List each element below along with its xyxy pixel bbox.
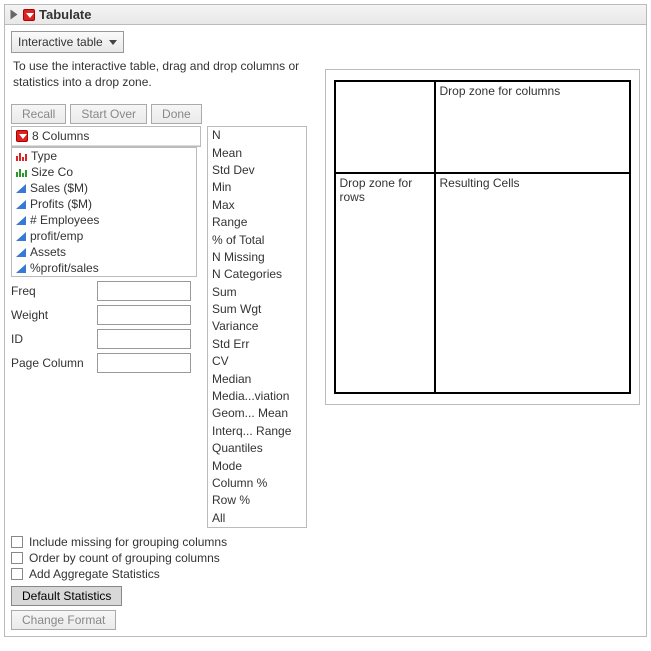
continuous-icon (16, 200, 26, 209)
column-item[interactable]: Type (12, 148, 196, 164)
recall-button[interactable]: Recall (11, 104, 66, 124)
continuous-icon (16, 216, 26, 225)
column-item-label: Type (31, 149, 57, 163)
include-missing-checkbox[interactable]: Include missing for grouping columns (11, 534, 311, 550)
nominal-icon (16, 151, 27, 161)
page-column-label: Page Column (11, 356, 93, 370)
mode-dropdown[interactable]: Interactive table (11, 31, 124, 53)
red-menu-icon[interactable] (16, 130, 28, 142)
stat-item[interactable]: Max (208, 197, 306, 214)
done-button[interactable]: Done (151, 104, 202, 124)
column-item-label: %profit/sales (30, 261, 99, 275)
panel-title: Tabulate (39, 7, 92, 22)
tabulate-panel: Tabulate Interactive table To use the in… (4, 4, 647, 637)
stat-item[interactable]: Mean (208, 145, 306, 162)
column-item-label: # Employees (30, 213, 99, 227)
stat-item[interactable]: % of Total (208, 232, 306, 249)
stat-item[interactable]: N Categories (208, 266, 306, 283)
statistics-list[interactable]: NMeanStd DevMinMaxRange% of TotalN Missi… (207, 126, 307, 528)
stat-item[interactable]: Sum Wgt (208, 301, 306, 318)
panel-header[interactable]: Tabulate (5, 5, 646, 25)
checkbox-icon (11, 552, 23, 564)
id-label: ID (11, 332, 93, 346)
disclosure-triangle-icon[interactable] (11, 10, 18, 20)
stat-item[interactable]: Quantiles (208, 440, 306, 457)
column-item[interactable]: # Employees (12, 212, 196, 228)
columns-list[interactable]: Type Size Co Sales ($M) Profits ($M) # Emplo… (11, 147, 197, 277)
columns-header[interactable]: 8 Columns (12, 127, 200, 146)
freq-label: Freq (11, 284, 93, 298)
freq-input[interactable] (97, 281, 191, 301)
continuous-icon (16, 264, 26, 273)
continuous-icon (16, 248, 26, 257)
column-item-label: Sales ($M) (30, 181, 88, 195)
default-statistics-button[interactable]: Default Statistics (11, 586, 122, 606)
stat-item[interactable]: Row % (208, 492, 306, 509)
column-item[interactable]: %profit/sales (12, 260, 196, 276)
checkbox-icon (11, 536, 23, 548)
dropzone-rows[interactable]: Drop zone for rows (335, 173, 435, 393)
stat-item[interactable]: CV (208, 353, 306, 370)
dropzone-panel: Drop zone for columns Drop zone for rows… (325, 69, 641, 405)
stat-item[interactable]: Variance (208, 318, 306, 335)
red-menu-icon[interactable] (23, 9, 35, 21)
add-aggregate-checkbox[interactable]: Add Aggregate Statistics (11, 566, 311, 582)
weight-label: Weight (11, 308, 93, 322)
checkbox-icon (11, 568, 23, 580)
dropzone-corner[interactable] (335, 81, 435, 173)
stat-item[interactable]: Column % (208, 475, 306, 492)
include-missing-label: Include missing for grouping columns (29, 535, 227, 549)
continuous-icon (16, 232, 26, 241)
column-item[interactable]: Assets (12, 244, 196, 260)
weight-input[interactable] (97, 305, 191, 325)
stat-item[interactable]: Min (208, 179, 306, 196)
stat-item[interactable]: Interq... Range (208, 423, 306, 440)
change-format-button[interactable]: Change Format (11, 610, 116, 630)
continuous-icon (16, 184, 26, 193)
helper-text: To use the interactive table, drag and d… (13, 59, 309, 90)
stat-item[interactable]: Std Err (208, 336, 306, 353)
stat-item[interactable]: N (208, 127, 306, 144)
column-item[interactable]: Sales ($M) (12, 180, 196, 196)
chevron-down-icon (109, 40, 117, 45)
stat-item[interactable]: Std Dev (208, 162, 306, 179)
id-input[interactable] (97, 329, 191, 349)
order-by-count-label: Order by count of grouping columns (29, 551, 220, 565)
stat-item[interactable]: Geom... Mean (208, 405, 306, 422)
column-item-label: Assets (30, 245, 66, 259)
mode-dropdown-label: Interactive table (18, 35, 103, 49)
stat-item[interactable]: Mode (208, 458, 306, 475)
stat-item[interactable]: All (208, 510, 306, 527)
start-over-button[interactable]: Start Over (70, 104, 147, 124)
columns-count-label: 8 Columns (32, 129, 89, 143)
dropzone-cells[interactable]: Resulting Cells (435, 173, 631, 393)
column-item-label: Profits ($M) (30, 197, 92, 211)
stat-item[interactable]: Median (208, 371, 306, 388)
column-item[interactable]: profit/emp (12, 228, 196, 244)
column-item[interactable]: Profits ($M) (12, 196, 196, 212)
column-item-label: Size Co (31, 165, 73, 179)
column-item[interactable]: Size Co (12, 164, 196, 180)
order-by-count-checkbox[interactable]: Order by count of grouping columns (11, 550, 311, 566)
stat-item[interactable]: N Missing (208, 249, 306, 266)
stat-item[interactable]: Sum (208, 284, 306, 301)
stat-item[interactable]: Media...viation (208, 388, 306, 405)
ordinal-icon (16, 167, 27, 177)
add-aggregate-label: Add Aggregate Statistics (29, 567, 160, 581)
column-item-label: profit/emp (30, 229, 83, 243)
dropzone-columns[interactable]: Drop zone for columns (435, 81, 631, 173)
stat-item[interactable]: Range (208, 214, 306, 231)
page-column-input[interactable] (97, 353, 191, 373)
